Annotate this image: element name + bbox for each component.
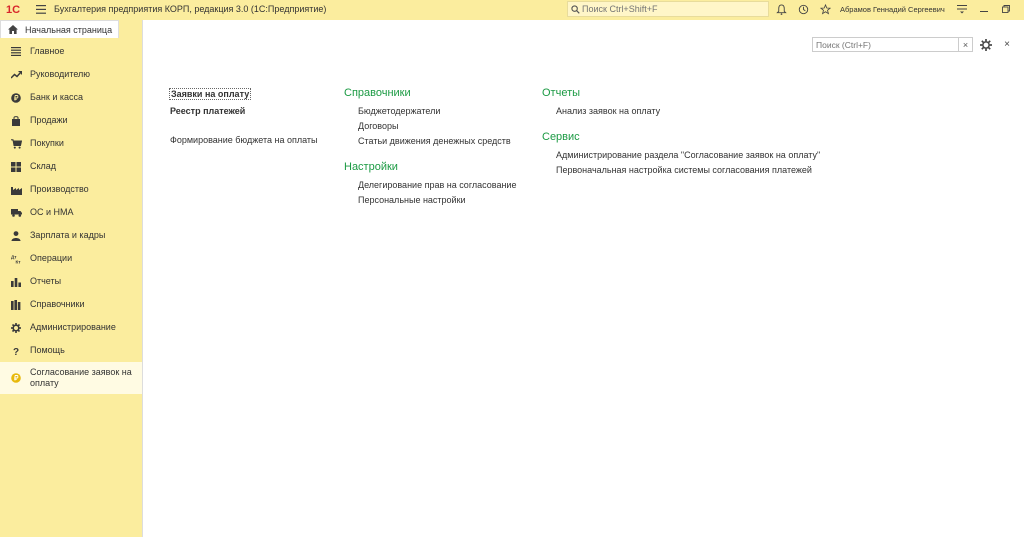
person-icon bbox=[10, 230, 22, 242]
approval-icon bbox=[10, 372, 22, 384]
bell-icon[interactable] bbox=[770, 0, 792, 18]
sidebar-item-label: Главное bbox=[30, 46, 65, 56]
link-payment-register[interactable]: Реестр платежей bbox=[170, 106, 318, 116]
restore-icon[interactable] bbox=[995, 0, 1017, 18]
sidebar-item-label: Справочники bbox=[30, 299, 85, 309]
section-title-directories: Справочники bbox=[344, 87, 411, 99]
cart-icon bbox=[10, 138, 22, 150]
sidebar-item-label: Администрирование bbox=[30, 322, 116, 332]
home-icon bbox=[5, 25, 21, 34]
column-reports-service: Отчеты Анализ заявок на оплату Сервис Ад… bbox=[542, 87, 820, 175]
svg-text:1С: 1С bbox=[6, 4, 20, 15]
books-icon bbox=[10, 299, 22, 311]
sidebar-item-label: Продажи bbox=[30, 115, 68, 125]
gear-icon bbox=[10, 322, 22, 334]
link-payment-budget[interactable]: Формирование бюджета на оплаты bbox=[170, 135, 318, 145]
sidebar: Главное Руководителю Банк и касса Продаж… bbox=[0, 40, 142, 537]
svg-text:Кт: Кт bbox=[15, 259, 21, 263]
sidebar-item-label: ОС и НМА bbox=[30, 207, 74, 217]
sidebar-item-purchases[interactable]: Покупки bbox=[0, 132, 142, 155]
main-panel: × × Заявки на оплату Реестр платежей Фор… bbox=[142, 20, 1024, 537]
sidebar-item-sales[interactable]: Продажи bbox=[0, 109, 142, 132]
sidebar-item-payment-approval[interactable]: Согласование заявок на оплату bbox=[0, 362, 142, 394]
global-search-input[interactable] bbox=[582, 4, 762, 14]
sidebar-item-label: Склад bbox=[30, 161, 57, 171]
link-delegation[interactable]: Делегирование прав на согласование bbox=[358, 180, 516, 190]
user-name[interactable]: Абрамов Геннадий Сергеевич bbox=[840, 5, 945, 14]
link-initial-setup[interactable]: Первоначальная настройка системы согласо… bbox=[556, 165, 820, 175]
title-bar: 1С Бухгалтерия предприятия КОРП, редакци… bbox=[0, 0, 1024, 18]
sidebar-item-label: Помощь bbox=[30, 345, 65, 355]
section-title-settings: Настройки bbox=[344, 161, 398, 173]
sidebar-item-main[interactable]: Главное bbox=[0, 40, 142, 63]
titlebar-tools: Абрамов Геннадий Сергеевич bbox=[770, 0, 1024, 18]
form-settings-gear-icon[interactable] bbox=[979, 37, 993, 52]
section-title-service: Сервис bbox=[542, 131, 580, 143]
form-search[interactable]: × bbox=[812, 37, 973, 52]
sidebar-item-assets[interactable]: ОС и НМА bbox=[0, 201, 142, 224]
1c-logo-icon: 1С bbox=[6, 3, 26, 15]
sidebar-item-label: Руководителю bbox=[30, 69, 91, 79]
question-icon: ? bbox=[10, 345, 22, 357]
column-documents: Заявки на оплату Реестр платежей Формиро… bbox=[168, 88, 318, 145]
sidebar-item-label: Операции bbox=[30, 253, 73, 263]
dt-kt-icon: Дт Кт bbox=[10, 253, 22, 265]
search-icon bbox=[568, 4, 582, 14]
tab-home[interactable]: Начальная страница bbox=[0, 20, 119, 38]
svg-text:?: ? bbox=[13, 347, 19, 356]
sidebar-item-label: Зарплата и кадры bbox=[30, 230, 106, 240]
sidebar-item-warehouse[interactable]: Склад bbox=[0, 155, 142, 178]
sidebar-item-label: Банк и касса bbox=[30, 92, 83, 102]
link-section-admin[interactable]: Администрирование раздела "Согласование … bbox=[556, 150, 820, 160]
sidebar-item-salary[interactable]: Зарплата и кадры bbox=[0, 224, 142, 247]
sidebar-item-directories[interactable]: Справочники bbox=[0, 293, 142, 316]
form-search-input[interactable] bbox=[813, 39, 959, 50]
link-contracts[interactable]: Договоры bbox=[358, 121, 516, 131]
sidebar-item-production[interactable]: Производство bbox=[0, 178, 142, 201]
warehouse-icon bbox=[10, 161, 22, 173]
clear-search-button[interactable]: × bbox=[958, 38, 972, 51]
close-form-button[interactable]: × bbox=[1001, 37, 1013, 52]
list-icon bbox=[10, 46, 22, 58]
star-icon[interactable] bbox=[814, 0, 836, 18]
sidebar-item-admin[interactable]: Администрирование bbox=[0, 316, 142, 339]
sidebar-item-label: Отчеты bbox=[30, 276, 62, 286]
link-cashflow-items[interactable]: Статьи движения денежных средств bbox=[358, 136, 516, 146]
sidebar-item-manager[interactable]: Руководителю bbox=[0, 63, 142, 86]
main-menu-icon[interactable] bbox=[34, 2, 48, 16]
sidebar-item-operations[interactable]: Дт Кт Операции bbox=[0, 247, 142, 270]
sidebar-item-help[interactable]: ? Помощь bbox=[0, 339, 142, 362]
link-personal-settings[interactable]: Персональные настройки bbox=[358, 195, 516, 205]
bag-icon bbox=[10, 115, 22, 127]
link-payment-requests[interactable]: Заявки на оплату bbox=[168, 88, 252, 100]
factory-icon bbox=[10, 184, 22, 196]
column-directories-settings: Справочники Бюджетодержатели Договоры Ст… bbox=[344, 87, 516, 205]
sidebar-item-label: Производство bbox=[30, 184, 89, 194]
sidebar-item-bank[interactable]: Банк и касса bbox=[0, 86, 142, 109]
close-window-icon[interactable] bbox=[1017, 0, 1024, 18]
coin-icon bbox=[10, 92, 22, 104]
trend-icon bbox=[10, 69, 22, 81]
section-title-reports: Отчеты bbox=[542, 87, 581, 99]
sidebar-item-label: Покупки bbox=[30, 138, 64, 148]
history-icon[interactable] bbox=[792, 0, 814, 18]
minimize-icon[interactable] bbox=[973, 0, 995, 18]
sidebar-item-label: Согласование заявок на оплату bbox=[30, 367, 132, 388]
tab-home-label: Начальная страница bbox=[25, 24, 113, 35]
app-title: Бухгалтерия предприятия КОРП, редакция 3… bbox=[54, 4, 327, 14]
settings-menu-icon[interactable] bbox=[951, 0, 973, 18]
bar-chart-icon bbox=[10, 276, 22, 288]
link-budget-holders[interactable]: Бюджетодержатели bbox=[358, 106, 516, 116]
sidebar-item-reports[interactable]: Отчеты bbox=[0, 270, 142, 293]
link-requests-analysis[interactable]: Анализ заявок на оплату bbox=[556, 106, 820, 116]
global-search[interactable] bbox=[567, 1, 769, 17]
truck-icon bbox=[10, 207, 22, 219]
